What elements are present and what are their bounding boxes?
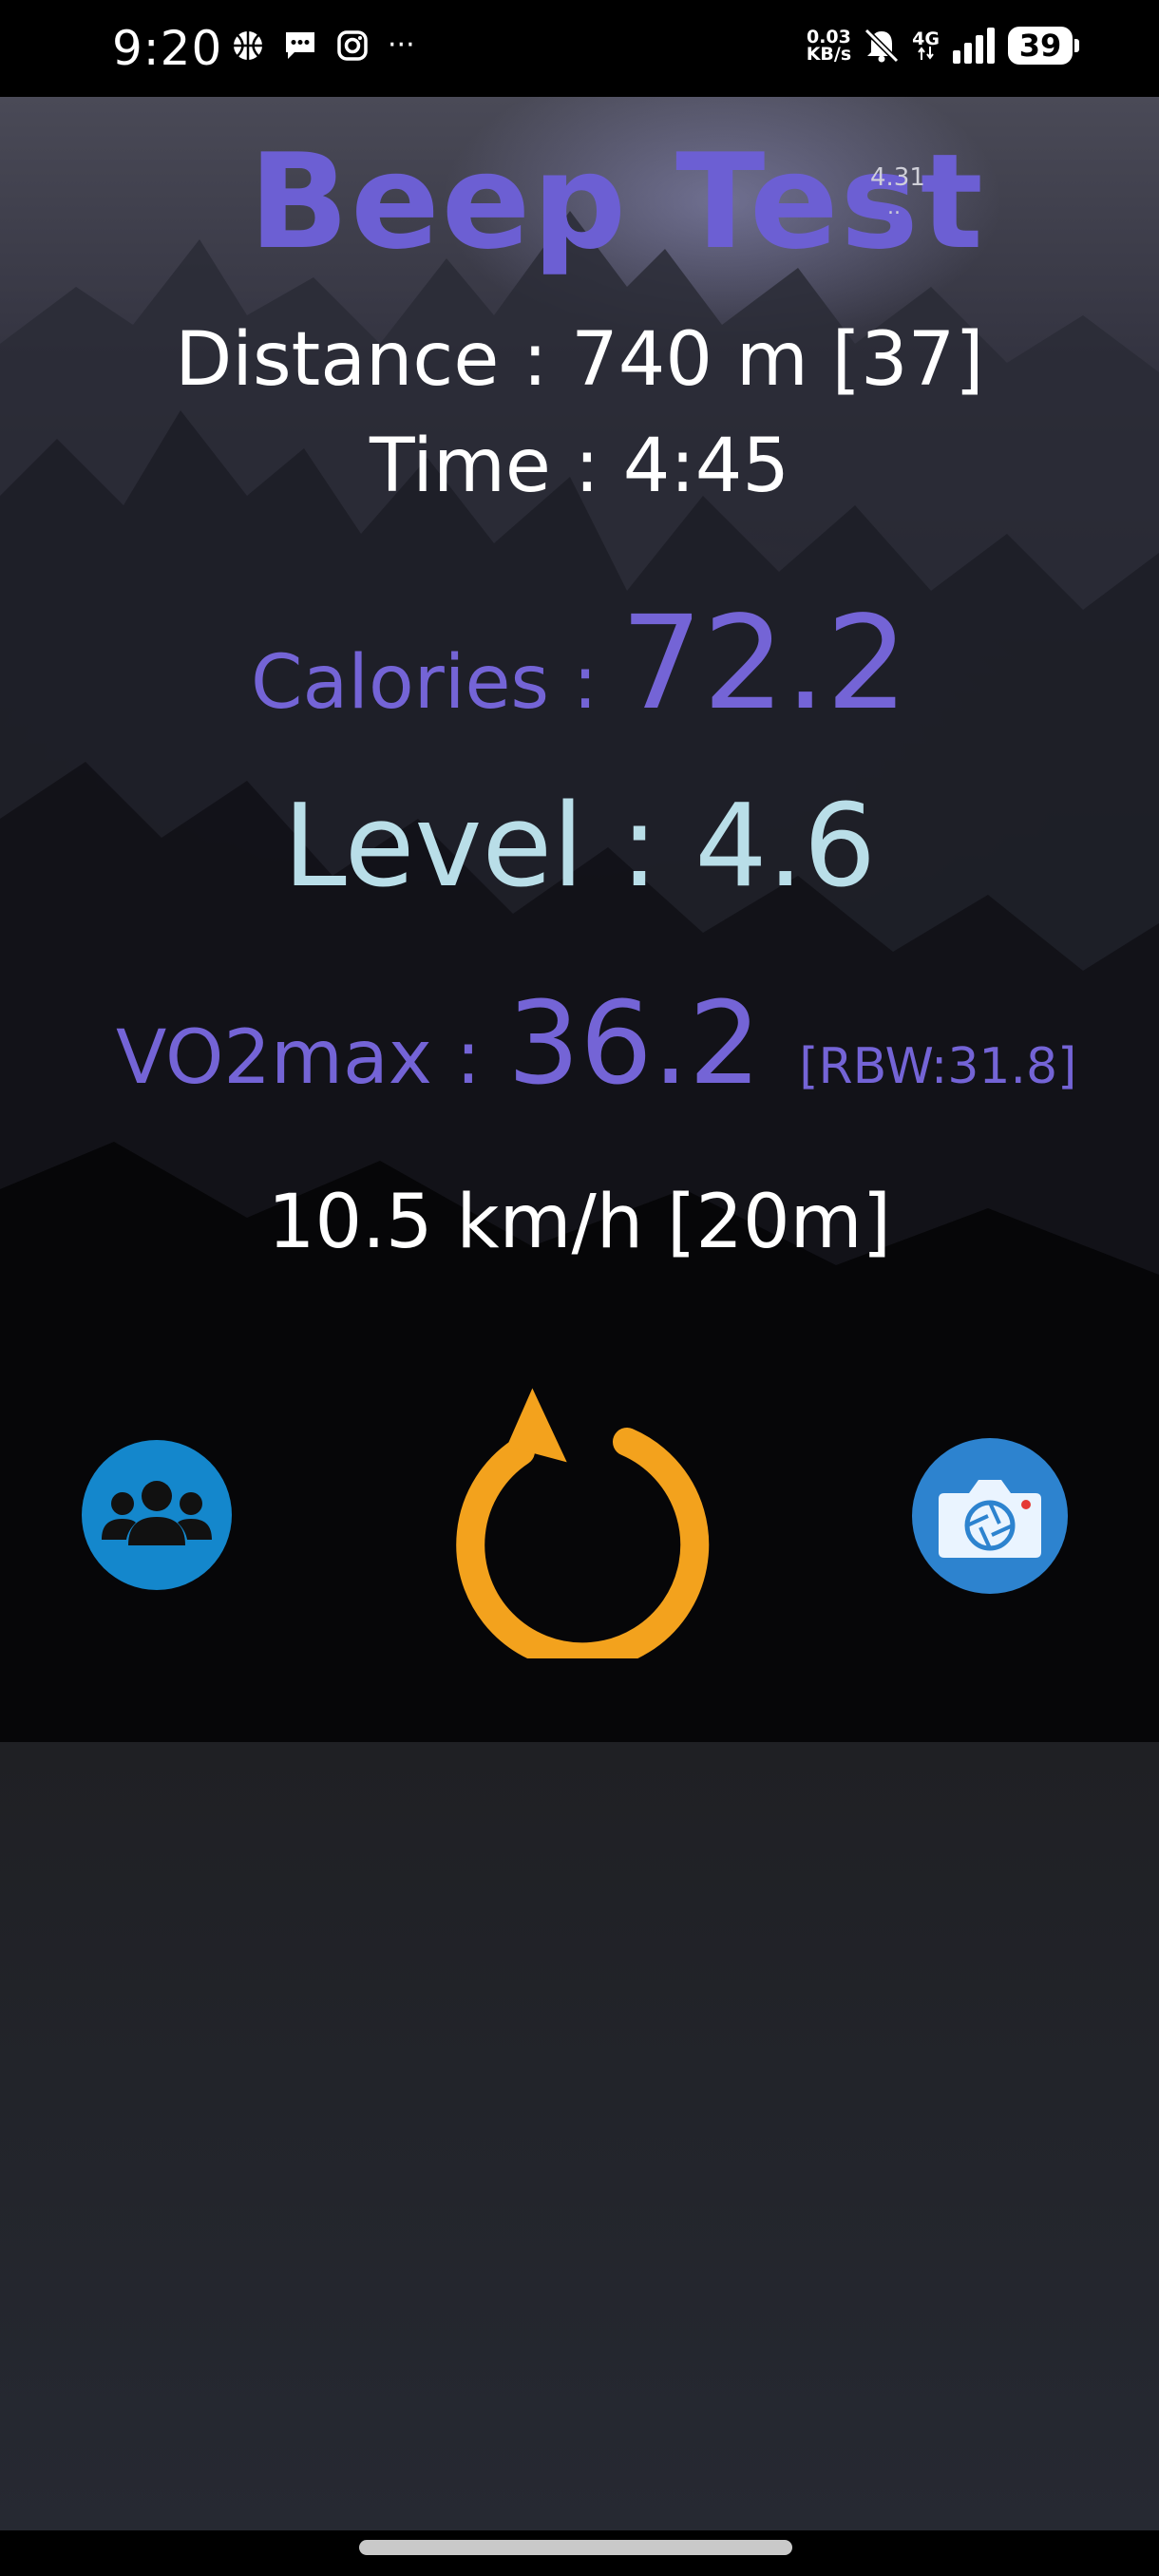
version-dots: .. [887,196,901,219]
notification-icons: ··· [232,28,415,62]
results-panel: Beep Test 4.31 .. Distance : 740 m [37] … [0,97,1159,1742]
reset-button[interactable] [446,1383,712,1672]
vo2max-label: VO2max : [116,1015,482,1101]
distance-text: Distance : 740 m [37] [175,317,984,403]
battery-tip [1074,39,1079,52]
calories-row: Calories : 72.2 [0,589,1159,739]
message-icon [286,31,314,59]
calories-value: 72.2 [620,589,908,739]
refresh-icon [456,1388,710,1672]
app-screen: 9:20 ··· 0.03 KB/s 4G 39 Beep Test 4.31 … [0,0,1159,2576]
vo2max-row: VO2max : 36.2 [RBW:31.8] [116,978,1076,1110]
status-time: 9:20 [112,21,223,76]
group-button[interactable] [82,1440,232,1590]
calories-label: Calories : [251,640,598,726]
lower-panel [0,1742,1159,2530]
speed-text: 10.5 km/h [20m] [267,1180,892,1265]
network-speed: 0.03 KB/s [806,28,852,65]
network-type: 4G [912,28,940,49]
time-text: Time : 4:45 [370,424,789,509]
app-title: Beep Test [249,125,985,278]
app-version: 4.31 [870,163,925,192]
instagram-icon [337,29,368,61]
vo2max-value: 36.2 [507,978,762,1110]
status-bar: 9:20 ··· 0.03 KB/s 4G 39 [0,0,1159,97]
battery-level: 39 [1008,27,1073,65]
battery-indicator: 39 [1008,27,1079,65]
system-icons: 0.03 KB/s 4G 39 [807,27,1079,65]
more-notifications-icon: ··· [388,28,415,62]
cellular-signal: 4G [912,28,940,60]
camera-button[interactable] [912,1438,1068,1594]
mute-icon [864,28,900,64]
level-text: Level : 4.6 [282,781,877,913]
network-speed-unit: KB/s [806,44,852,65]
group-icon [102,1481,212,1545]
camera-icon [939,1480,1041,1558]
home-indicator[interactable] [359,2540,792,2555]
signal-bars-icon [953,28,995,64]
basketball-icon [234,30,262,60]
rbw-value: [RBW:31.8] [799,1038,1077,1095]
signal-arrows-icon [917,47,934,60]
